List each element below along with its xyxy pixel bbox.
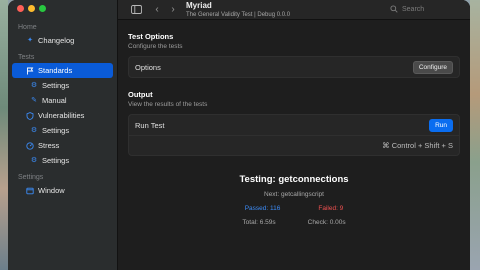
sidebar-item-label: Window bbox=[38, 186, 65, 195]
output-subtitle: View the results of the tests bbox=[128, 101, 208, 108]
minimize-button[interactable] bbox=[28, 5, 35, 12]
timing-info: Total: 6.59s Check: 0.00s bbox=[128, 219, 460, 226]
sidebar-item-label: Stress bbox=[38, 141, 60, 150]
title-block: Myriad The General Validity Test | Debug… bbox=[186, 0, 291, 18]
forward-arrow-icon[interactable]: › bbox=[168, 4, 178, 15]
shield-icon bbox=[26, 111, 34, 120]
sidebar-item-manual[interactable]: ✎ Manual bbox=[12, 93, 113, 108]
test-options-card: Options Configure bbox=[128, 56, 460, 78]
sidebar-item-label: Changelog bbox=[38, 36, 75, 45]
next-test: Next: getcallingscript bbox=[264, 191, 324, 198]
pencil-icon: ✎ bbox=[31, 97, 37, 104]
gauge-icon bbox=[26, 141, 34, 150]
passed-count: Passed: 116 bbox=[244, 205, 281, 212]
window-controls bbox=[17, 5, 46, 12]
failed-count: Failed: 9 bbox=[318, 205, 344, 212]
flag-icon bbox=[26, 67, 34, 75]
app-subtitle: The General Validity Test | Debug 0.0.0 bbox=[186, 11, 291, 18]
sidebar-section-settings: Settings bbox=[18, 174, 44, 181]
sidebar-item-label: Settings bbox=[42, 126, 70, 135]
sidebar-toggle-icon[interactable] bbox=[130, 4, 142, 16]
run-button[interactable]: Run bbox=[429, 118, 453, 132]
configure-button[interactable]: Configure bbox=[412, 60, 453, 74]
sidebar: Home ✦ Changelog Tests Standards ⚙ Setti… bbox=[8, 0, 118, 270]
sidebar-item-label: Settings bbox=[42, 81, 70, 90]
content-area: Test Options Configure the tests Options… bbox=[118, 20, 470, 226]
test-options-subtitle: Configure the tests bbox=[128, 43, 183, 50]
output-card: Run Test Run ⌘ Control + Shift + S bbox=[128, 114, 460, 156]
main-panel: ‹ › Myriad The General Validity Test | D… bbox=[118, 0, 470, 270]
back-arrow-icon[interactable]: ‹ bbox=[152, 4, 162, 15]
sidebar-item-stress-settings[interactable]: ⚙ Settings bbox=[12, 153, 113, 168]
app-title: Myriad bbox=[186, 0, 212, 10]
total-time: Total: 6.59s bbox=[242, 219, 276, 226]
pass-fail-counts: Passed: 116 Failed: 9 bbox=[128, 205, 460, 212]
navigation-arrows: ‹ › bbox=[152, 4, 178, 15]
run-test-label: Run Test bbox=[135, 120, 165, 130]
gear-icon: ⚙ bbox=[30, 82, 38, 89]
sidebar-item-label: Standards bbox=[38, 66, 73, 75]
desktop-background-left bbox=[0, 0, 8, 270]
window-icon bbox=[26, 187, 34, 195]
check-time: Check: 0.00s bbox=[307, 219, 346, 226]
gear-icon: ⚙ bbox=[30, 127, 38, 134]
gear-icon: ⚙ bbox=[30, 157, 38, 164]
sidebar-item-vulnerabilities-settings[interactable]: ⚙ Settings bbox=[12, 123, 113, 138]
sidebar-item-vulnerabilities[interactable]: Vulnerabilities bbox=[12, 108, 113, 123]
search-field[interactable]: Search bbox=[390, 3, 460, 16]
sidebar-item-label: Manual bbox=[42, 96, 67, 105]
toolbar: ‹ › Myriad The General Validity Test | D… bbox=[118, 0, 470, 20]
sidebar-section-tests: Tests bbox=[18, 54, 35, 61]
output-heading: Output bbox=[128, 90, 153, 99]
sidebar-item-stress[interactable]: Stress bbox=[12, 138, 113, 153]
sidebar-item-standards[interactable]: Standards bbox=[12, 63, 113, 78]
sidebar-item-standards-settings[interactable]: ⚙ Settings bbox=[12, 78, 113, 93]
close-button[interactable] bbox=[17, 5, 24, 12]
shortcut-row: ⌘ Control + Shift + S bbox=[129, 135, 459, 155]
desktop-background-right bbox=[470, 0, 480, 270]
keyboard-shortcut: ⌘ Control + Shift + S bbox=[382, 141, 453, 150]
app-window: Home ✦ Changelog Tests Standards ⚙ Setti… bbox=[8, 0, 470, 270]
sidebar-section-home: Home bbox=[18, 24, 37, 31]
options-label: Options bbox=[135, 62, 161, 72]
sidebar-item-changelog[interactable]: ✦ Changelog bbox=[12, 33, 113, 48]
options-row: Options Configure bbox=[129, 57, 459, 77]
search-icon bbox=[390, 4, 398, 15]
test-options-heading: Test Options bbox=[128, 32, 174, 41]
search-placeholder: Search bbox=[402, 6, 425, 13]
sidebar-item-label: Vulnerabilities bbox=[38, 111, 85, 120]
sidebar-item-label: Settings bbox=[42, 156, 70, 165]
current-test-title: Testing: getconnections bbox=[239, 174, 349, 185]
zoom-button[interactable] bbox=[39, 5, 46, 12]
run-test-row: Run Test Run bbox=[129, 115, 459, 135]
sidebar-item-window[interactable]: Window bbox=[12, 183, 113, 198]
test-status: Testing: getconnections Next: getcalling… bbox=[128, 174, 460, 226]
sparkle-icon: ✦ bbox=[27, 37, 33, 44]
